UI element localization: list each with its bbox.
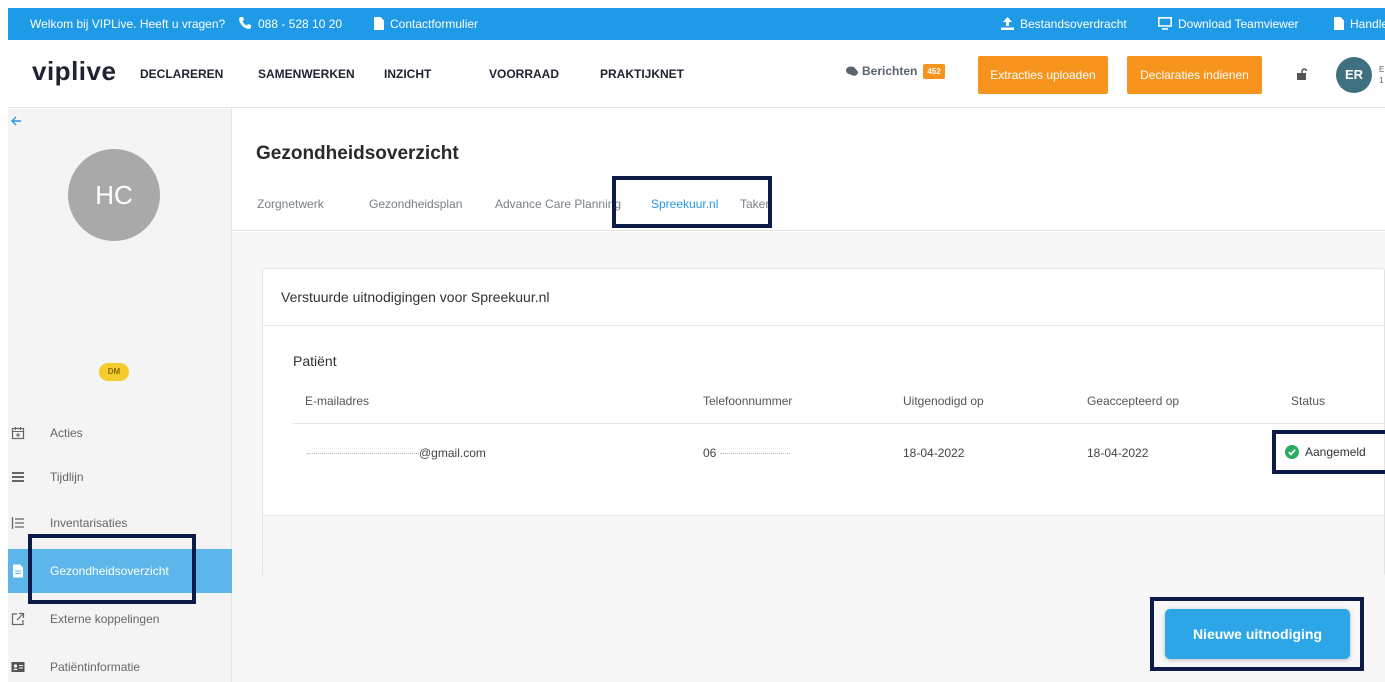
unlock-icon[interactable] (1296, 68, 1307, 80)
chat-icon (846, 66, 858, 76)
main-navigation: viplive DECLAREREN SAMENWERKEN INZICHT V… (8, 40, 1385, 108)
frame-edge-left (0, 0, 8, 682)
top-info-bar: Welkom bij VIPLive. Heeft u vragen? 088 … (8, 8, 1385, 40)
upload-extractions-button[interactable]: Extracties uploaden (978, 56, 1108, 94)
back-arrow-icon[interactable] (10, 115, 22, 127)
nav-inzicht[interactable]: INZICHT (384, 67, 431, 81)
calendar-icon (11, 427, 25, 440)
card-header: Verstuurde uitnodigingen voor Spreekuur.… (263, 269, 1384, 326)
tab-zorgnetwerk[interactable]: Zorgnetwerk (257, 197, 324, 211)
checklist-icon (11, 517, 24, 529)
submit-declarations-button[interactable]: Declaraties indienen (1127, 56, 1262, 94)
patient-sidebar: HC DM Acties Tijdlijn Inventarisaties Ge… (8, 109, 232, 682)
new-invitation-button[interactable]: Nieuwe uitnodiging (1165, 609, 1350, 659)
card-footer (263, 515, 1384, 576)
viplive-logo[interactable]: viplive (32, 56, 116, 87)
cell-invited-on: 18-04-2022 (903, 446, 965, 460)
cell-email: @gmail.com (419, 446, 486, 460)
sidebar-item-label: Gezondheidsoverzicht (50, 564, 169, 578)
sidebar-item-patientinformatie[interactable]: Patiëntinformatie (8, 645, 232, 682)
tab-taken[interactable]: Taken (740, 197, 772, 211)
document-icon (13, 564, 23, 578)
tab-spreekuur[interactable]: Spreekuur.nl (651, 197, 718, 211)
user-info-line1: E (1379, 65, 1385, 74)
external-link-icon (11, 612, 25, 626)
sidebar-item-label: Tijdlijn (50, 470, 84, 484)
cell-phone: 06 (703, 446, 717, 460)
redacted-text (720, 453, 791, 454)
column-header-accepted: Geaccepteerd op (1087, 394, 1180, 408)
page-title: Gezondheidsoverzicht (256, 143, 459, 164)
table-divider (292, 423, 1385, 424)
phone-link[interactable]: 088 - 528 10 20 (238, 8, 342, 40)
patient-avatar: HC (68, 149, 160, 241)
column-header-email: E-mailadres (305, 394, 370, 408)
user-avatar[interactable]: ER (1336, 57, 1372, 93)
frame-edge-top (0, 0, 1385, 8)
column-header-phone: Telefoonnummer (703, 394, 793, 408)
column-header-status: Status (1291, 394, 1326, 408)
user-info-line2: 1 (1379, 76, 1384, 85)
messages-count-badge: 452 (923, 64, 945, 79)
list-icon (12, 472, 24, 482)
cell-accepted-on: 18-04-2022 (1087, 446, 1149, 460)
invitations-card: Verstuurde uitnodigingen voor Spreekuur.… (262, 268, 1385, 576)
contact-form-label: Contactformulier (390, 17, 479, 31)
document-icon (374, 17, 384, 30)
table-row: @gmail.com (307, 446, 486, 460)
sidebar-item-label: Patiëntinformatie (50, 660, 141, 674)
document-icon (1334, 17, 1344, 30)
nav-samenwerken[interactable]: SAMENWERKEN (258, 67, 355, 81)
diagnosis-badge: DM (99, 363, 129, 381)
check-circle-icon (1285, 445, 1299, 459)
sidebar-item-label: Externe koppelingen (50, 612, 160, 626)
status-badge: Aangemeld (1285, 445, 1366, 459)
sidebar-item-externe-koppelingen[interactable]: Externe koppelingen (8, 597, 232, 641)
messages-button[interactable]: Berichten 452 (846, 64, 945, 79)
teamviewer-link[interactable]: Download Teamviewer (1158, 8, 1299, 40)
sidebar-item-inventarisaties[interactable]: Inventarisaties (8, 501, 232, 545)
file-transfer-link[interactable]: Bestandsoverdracht (1001, 8, 1127, 40)
sidebar-item-tijdlijn[interactable]: Tijdlijn (8, 455, 232, 499)
nav-praktijknet[interactable]: PRAKTIJKNET (600, 67, 684, 81)
contact-form-link[interactable]: Contactformulier (374, 8, 478, 40)
nav-voorraad[interactable]: VOORRAAD (489, 67, 559, 81)
tab-gezondheidsplan[interactable]: Gezondheidsplan (369, 197, 462, 211)
file-transfer-label: Bestandsoverdracht (1020, 17, 1127, 31)
messages-label: Berichten (862, 64, 918, 78)
nav-declareren[interactable]: DECLAREREN (140, 67, 223, 81)
sidebar-item-acties[interactable]: Acties (8, 411, 232, 455)
tab-advance-care-planning[interactable]: Advance Care Planning (495, 197, 621, 211)
user-info: E 1 (1379, 64, 1384, 86)
sidebar-item-label: Acties (50, 426, 83, 440)
welcome-text: Welkom bij VIPLive. Heeft u vragen? (30, 17, 226, 31)
redacted-text (307, 453, 419, 454)
manual-link[interactable]: Handle (1334, 8, 1385, 40)
column-header-invited: Uitgenodigd op (903, 394, 984, 408)
upload-icon (1001, 17, 1014, 30)
manual-label: Handle (1350, 17, 1385, 31)
section-tabs: Zorgnetwerk Gezondheidsplan Advance Care… (232, 185, 1385, 231)
phone-number: 088 - 528 10 20 (258, 17, 343, 31)
teamviewer-label: Download Teamviewer (1178, 17, 1299, 31)
sidebar-item-label: Inventarisaties (50, 516, 128, 530)
phone-icon (239, 17, 251, 29)
id-card-icon (11, 662, 25, 672)
patient-section-label: Patiënt (293, 353, 337, 369)
card-title: Verstuurde uitnodigingen voor Spreekuur.… (281, 289, 550, 305)
table-row: 06 (703, 446, 791, 460)
sidebar-item-gezondheidsoverzicht[interactable]: Gezondheidsoverzicht (8, 549, 232, 593)
monitor-icon (1158, 17, 1172, 30)
status-label: Aangemeld (1305, 445, 1366, 459)
